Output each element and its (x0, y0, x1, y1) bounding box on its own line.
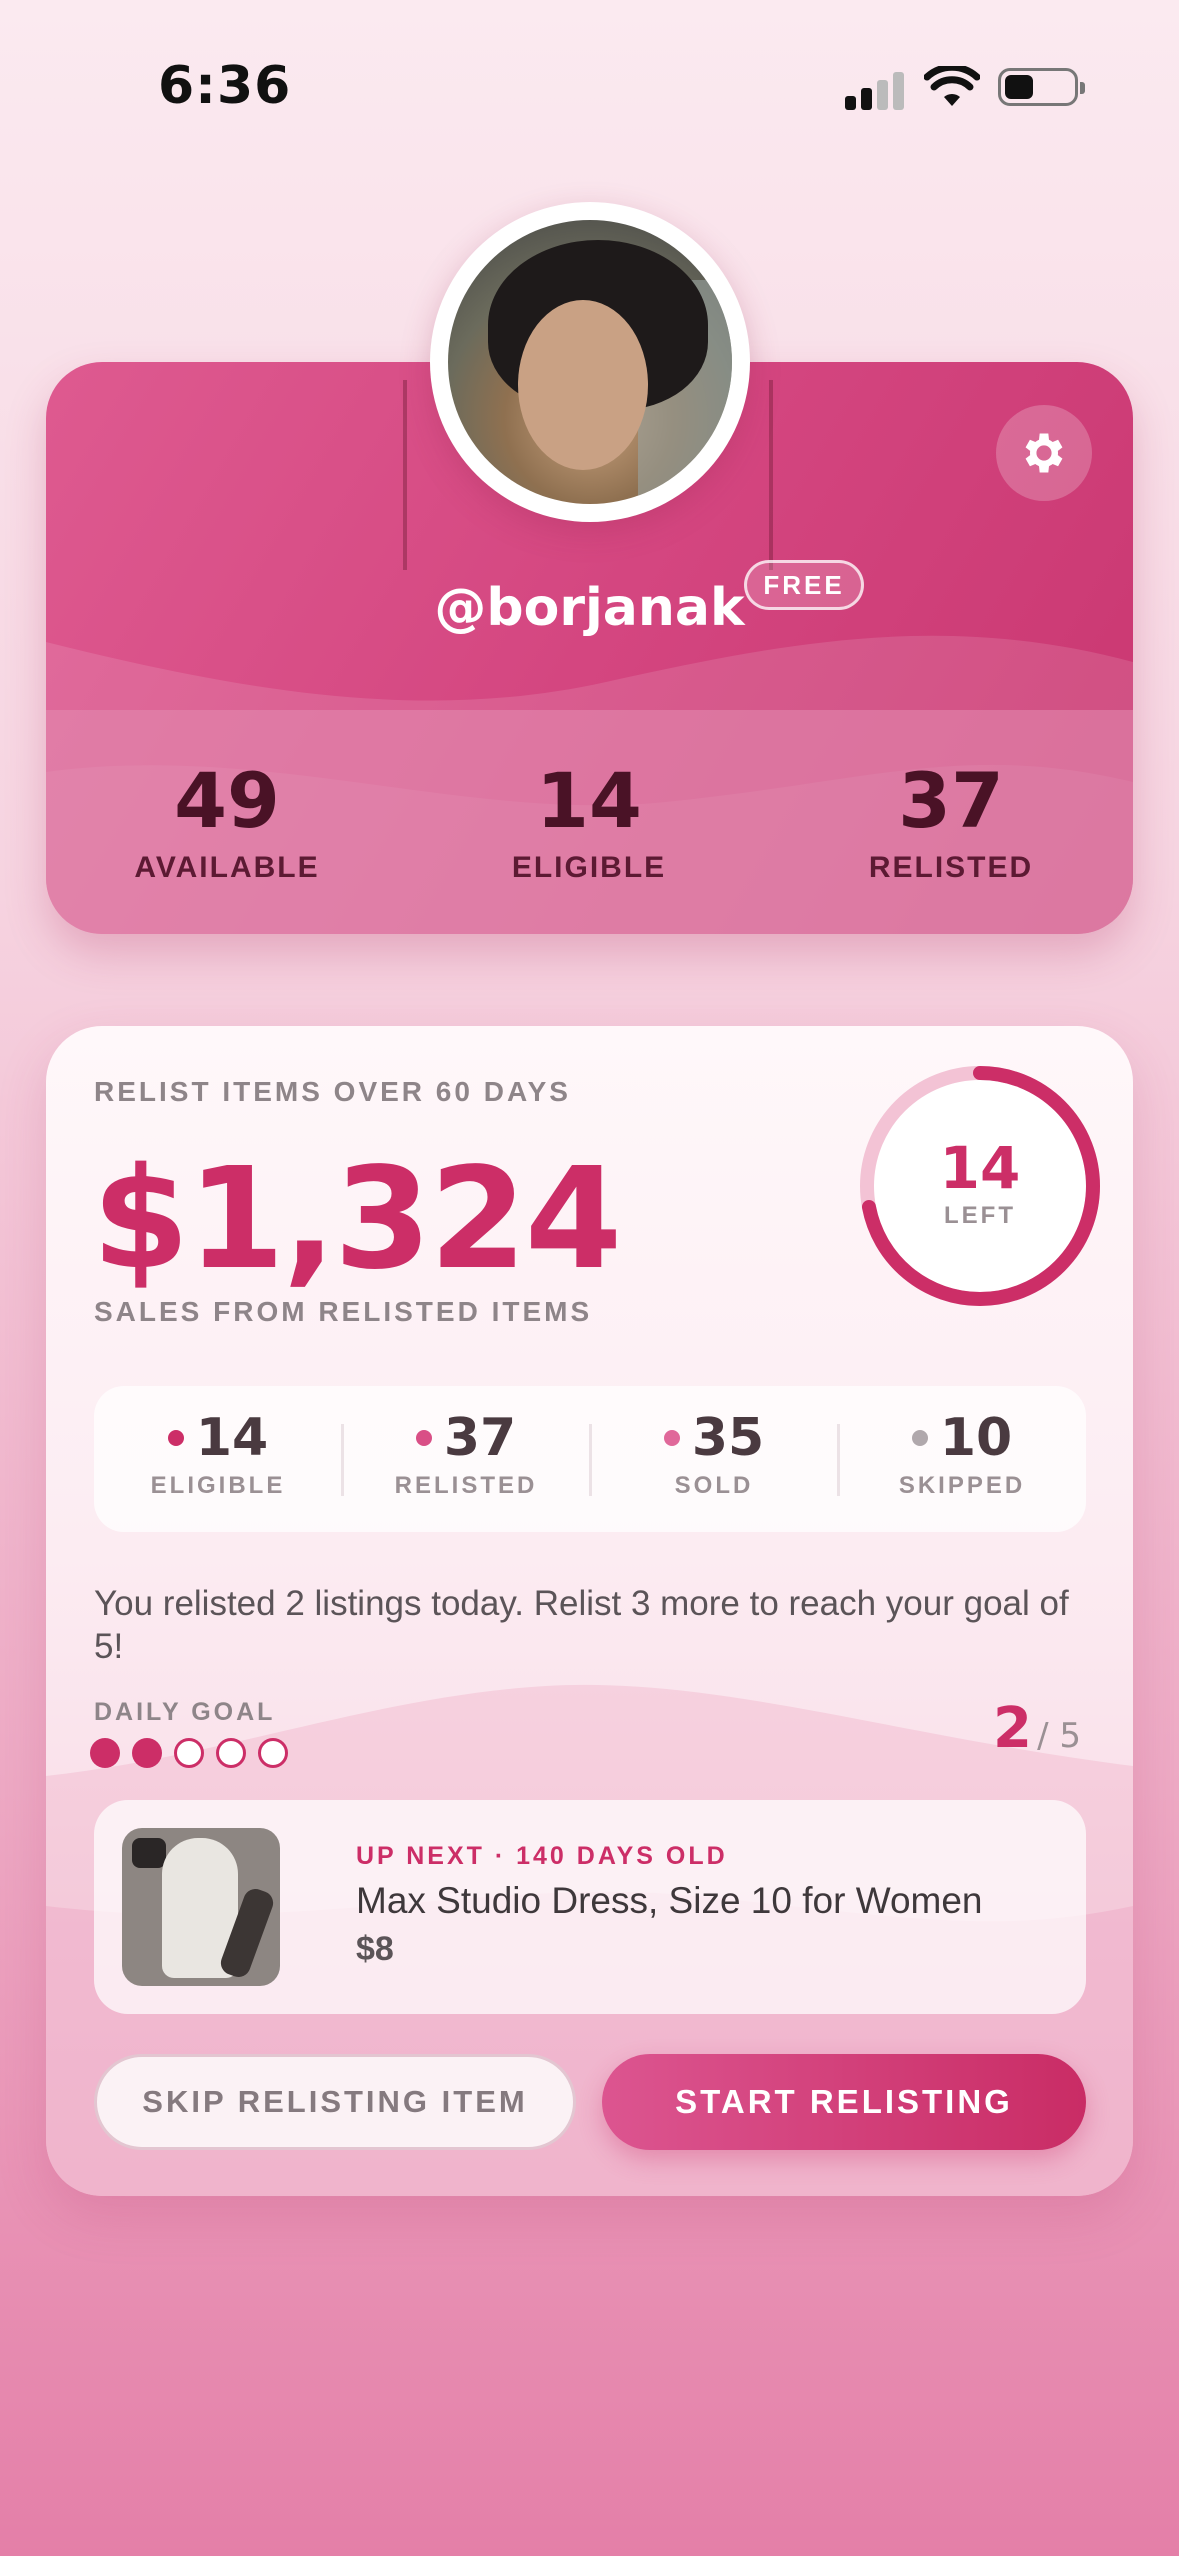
up-next-label: UP NEXT · 140 DAYS OLD (356, 1842, 728, 1870)
skip-relisting-button[interactable]: SKIP RELISTING ITEM (94, 2054, 576, 2150)
goal-dot-filled (90, 1738, 120, 1768)
goal-dot-empty (174, 1738, 204, 1768)
sales-amount: $1,324 (92, 1138, 622, 1301)
stat-available: 49 AVAILABLE (46, 710, 408, 934)
mini-stat-value: 10 (939, 1408, 1013, 1468)
item-price: $8 (356, 1930, 394, 1968)
daily-goal-count: 2 / 5 (993, 1696, 1081, 1761)
mini-stat-relisted: 37 RELISTED (342, 1386, 590, 1532)
mini-stat-value: 37 (443, 1408, 517, 1468)
daily-goal-label: DAILY GOAL (94, 1698, 276, 1726)
status-bar: 6:36 (0, 0, 1179, 170)
relist-heading: RELIST ITEMS OVER 60 DAYS (94, 1076, 571, 1107)
goal-dot-filled (132, 1738, 162, 1768)
relist-stats-panel: 14 ELIGIBLE 37 RELISTED 35 SOLD 10 SKIPP… (94, 1386, 1086, 1532)
items-left-value: 14 (939, 1134, 1021, 1202)
mini-stat-label: SKIPPED (898, 1472, 1026, 1499)
plan-badge[interactable]: FREE (744, 560, 864, 610)
stat-eligible: 14 ELIGIBLE (408, 710, 770, 934)
item-thumbnail (122, 1828, 280, 1986)
stat-label: RELISTED (868, 851, 1034, 884)
mini-stat-sold: 35 SOLD (590, 1386, 838, 1532)
wifi-icon (924, 66, 980, 106)
items-left-label: LEFT (944, 1202, 1016, 1229)
sales-amount-label: SALES FROM RELISTED ITEMS (94, 1296, 593, 1327)
stat-value: 14 (536, 756, 642, 845)
cellular-signal-icon (845, 70, 905, 110)
mini-stat-label: SOLD (674, 1472, 754, 1499)
goal-dot-empty (258, 1738, 288, 1768)
status-time: 6:36 (158, 56, 292, 116)
relist-card: RELIST ITEMS OVER 60 DAYS $1,324 SALES F… (46, 1026, 1133, 2196)
up-next-item[interactable]: UP NEXT · 140 DAYS OLD Max Studio Dress,… (94, 1800, 1086, 2014)
status-dot (167, 1430, 184, 1446)
mini-stat-skipped: 10 SKIPPED (838, 1386, 1086, 1532)
mini-stat-eligible: 14 ELIGIBLE (94, 1386, 342, 1532)
username: @borjanak (434, 578, 745, 638)
mini-stat-label: ELIGIBLE (150, 1472, 286, 1499)
stat-value: 37 (898, 756, 1004, 845)
status-dot (415, 1430, 432, 1446)
battery-icon (998, 68, 1085, 106)
settings-button[interactable] (996, 405, 1092, 501)
start-relisting-button[interactable]: START RELISTING (602, 2054, 1086, 2150)
gear-icon (1025, 433, 1063, 473)
item-title: Max Studio Dress, Size 10 for Women (356, 1880, 983, 1921)
stat-divider (769, 380, 773, 570)
goal-dot-empty (216, 1738, 246, 1768)
mini-stat-label: RELISTED (394, 1472, 538, 1499)
goal-current: 2 (993, 1696, 1032, 1761)
mini-stat-value: 14 (195, 1408, 269, 1468)
mini-stat-value: 35 (691, 1408, 765, 1468)
stat-relisted: 37 RELISTED (770, 710, 1132, 934)
daily-goal-dots (90, 1738, 288, 1768)
stat-label: AVAILABLE (134, 851, 320, 884)
profile-stats-band: 49 AVAILABLE 14 ELIGIBLE 37 RELISTED (46, 710, 1133, 934)
status-dot (911, 1430, 928, 1446)
status-dot (663, 1430, 680, 1446)
stat-value: 49 (174, 756, 280, 845)
stat-label: ELIGIBLE (511, 851, 667, 884)
goal-total: / 5 (1037, 1716, 1081, 1756)
avatar[interactable] (448, 220, 732, 504)
stat-divider (403, 380, 407, 570)
progress-message: You relisted 2 listings today. Relist 3 … (94, 1584, 1069, 1666)
